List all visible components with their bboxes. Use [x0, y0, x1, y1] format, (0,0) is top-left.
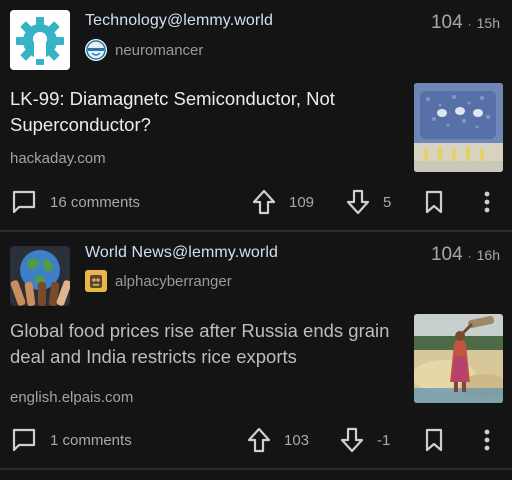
community-name[interactable]: Technology@lemmy.world [85, 12, 273, 30]
community-name[interactable]: World News@lemmy.world [85, 244, 278, 262]
upvote-icon [247, 427, 271, 453]
post-age: 16h [476, 247, 500, 263]
post-card[interactable]: Technology@lemmy.world neuromancer 104 ·… [0, 0, 512, 232]
bookmark-icon [425, 428, 443, 452]
comments-count: 1 comments [50, 431, 132, 449]
more-vert-icon [484, 191, 490, 213]
more-vert-icon [484, 429, 490, 451]
post-score: 104 [430, 12, 463, 33]
user-avatar [85, 270, 107, 292]
user-avatar [85, 39, 107, 61]
laughing-man-icon [85, 39, 107, 61]
upvote-button[interactable]: 109 [250, 188, 314, 216]
post-score: 104 [430, 244, 463, 265]
bookmark-button[interactable] [420, 426, 448, 454]
upvote-button[interactable]: 103 [245, 426, 309, 454]
post-title[interactable]: Global food prices rise after Russia end… [10, 318, 390, 370]
community-icon-technology[interactable] [10, 10, 70, 70]
comment-icon [12, 190, 36, 214]
comment-icon [12, 428, 36, 452]
author-name[interactable]: neuromancer [115, 42, 203, 59]
more-options-button[interactable] [474, 188, 500, 216]
upvote-icon [252, 189, 276, 215]
post-domain[interactable]: hackaday.com [10, 150, 106, 167]
author-row[interactable]: neuromancer [85, 38, 203, 62]
author-name[interactable]: alphacyberranger [115, 273, 232, 290]
downvote-count: 5 [383, 193, 392, 211]
post-age: 15h [476, 15, 500, 31]
downvote-icon [346, 189, 370, 215]
comments-button[interactable]: 1 comments [10, 426, 132, 454]
post-actions: 16 comments 109 5 [0, 184, 512, 220]
post-meta: 104 · 15h [431, 12, 500, 34]
robot-avatar-icon [85, 270, 107, 292]
downvote-icon [340, 427, 364, 453]
post-thumbnail[interactable] [414, 314, 503, 403]
bookmark-button[interactable] [420, 188, 448, 216]
upvote-count: 103 [284, 431, 310, 449]
upvote-count: 109 [289, 193, 315, 211]
downvote-count: -1 [377, 431, 391, 449]
meta-separator: · [467, 17, 472, 31]
post-title[interactable]: LK-99: Diamagnetc Semiconductor, Not Sup… [10, 86, 390, 138]
more-options-button[interactable] [474, 426, 500, 454]
post-thumbnail[interactable] [414, 83, 503, 172]
downvote-button[interactable]: -1 [338, 426, 390, 454]
meta-separator: · [467, 249, 472, 263]
downvote-button[interactable]: 5 [344, 188, 391, 216]
post-divider [0, 468, 512, 470]
post-card[interactable]: World News@lemmy.world alphacyberranger … [0, 232, 512, 470]
post-domain[interactable]: english.elpais.com [10, 389, 133, 406]
post-meta: 104 · 16h [431, 244, 500, 266]
post-actions: 1 comments 103 -1 [0, 422, 512, 458]
comments-count: 16 comments [50, 193, 141, 211]
author-row[interactable]: alphacyberranger [85, 269, 232, 293]
community-icon-worldnews[interactable] [10, 246, 70, 306]
comments-button[interactable]: 16 comments [10, 188, 140, 216]
bookmark-icon [425, 190, 443, 214]
